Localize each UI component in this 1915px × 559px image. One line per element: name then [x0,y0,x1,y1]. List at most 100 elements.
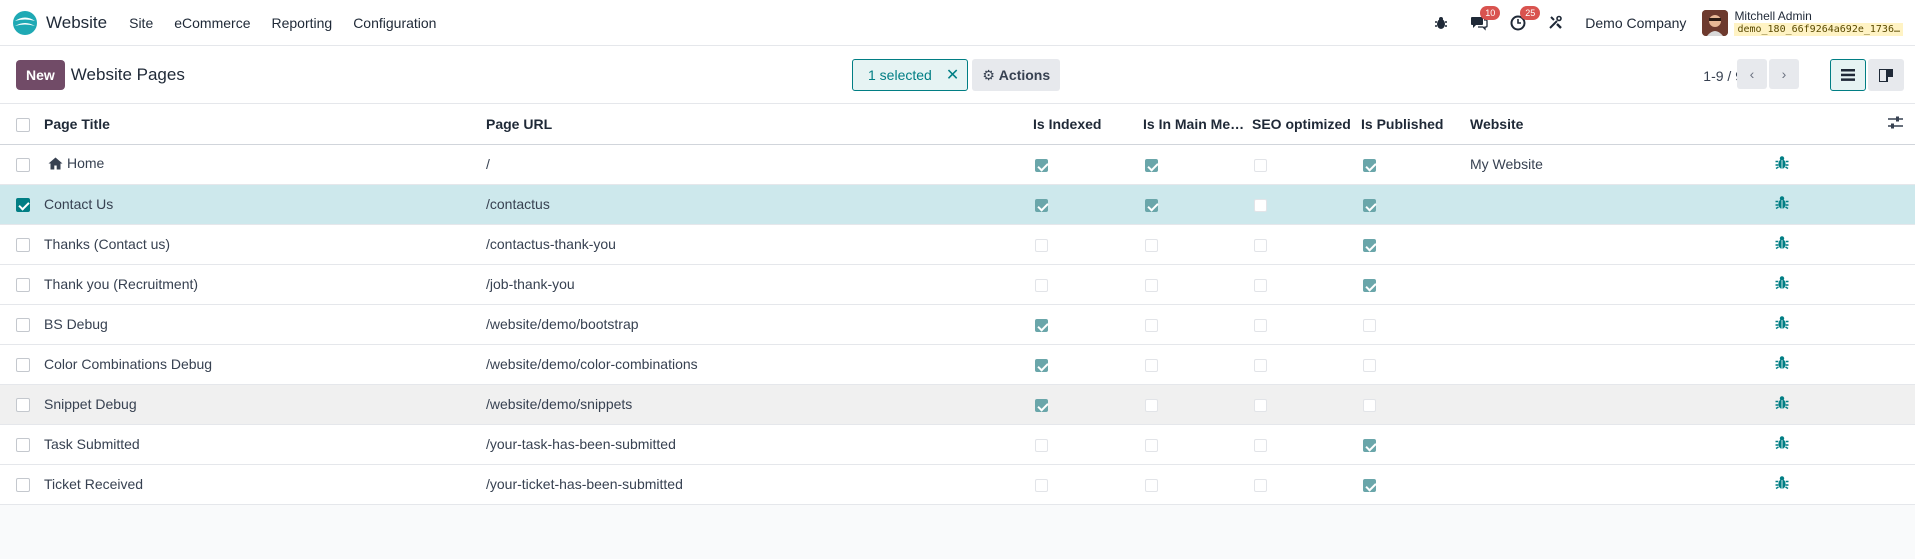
col-seo-optimized[interactable]: SEO optimized [1252,104,1361,145]
is-indexed-checkbox [1035,158,1048,172]
messages-icon[interactable]: 10 [1470,5,1501,31]
is-published-cell [1361,264,1470,305]
table-row[interactable]: BS Debug/website/demo/bootstrap [0,304,1915,345]
page-url-cell[interactable]: /website/demo/snippets [486,384,1033,425]
page-url-cell[interactable]: /your-task-has-been-submitted [486,424,1033,465]
debug-bug-icon[interactable] [1775,396,1789,413]
table-row[interactable]: Color Combinations Debug/website/demo/co… [0,344,1915,385]
page-url-cell[interactable]: /contactus-thank-you [486,224,1033,265]
page-url-text: / [486,156,490,172]
activities-clock-icon[interactable]: 25 [1510,5,1541,31]
row-select-checkbox[interactable] [16,238,30,253]
tools-icon[interactable] [1548,15,1563,30]
is-indexed-checkbox [1035,438,1048,452]
website-app-icon[interactable] [12,10,38,36]
debug-bug-icon[interactable] [1775,196,1789,213]
website-cell[interactable] [1470,304,1726,345]
pager-previous-icon[interactable]: ‹ [1737,59,1767,89]
is-indexed-cell [1033,344,1143,385]
debug-bug-icon[interactable] [1775,236,1789,253]
page-title-text: Home [67,155,105,171]
optional-columns-icon[interactable] [1888,116,1903,132]
col-page-title[interactable]: Page Title [44,104,486,145]
website-cell[interactable] [1470,264,1726,305]
selected-count[interactable]: 1 selected ✕ [852,59,969,91]
page-url-cell[interactable]: /job-thank-you [486,264,1033,305]
table-row[interactable]: Contact Us/contactus [0,184,1915,225]
page-url-cell[interactable]: /website/demo/bootstrap [486,304,1033,345]
activities-count-badge: 25 [1520,5,1541,20]
row-select-checkbox[interactable] [16,438,30,453]
website-cell[interactable] [1470,344,1726,385]
page-url-cell[interactable]: /website/demo/color-combinations [486,344,1033,385]
debug-bug-icon[interactable] [1775,276,1789,293]
page-title-cell[interactable]: BS Debug [44,304,486,345]
menu-ecommerce[interactable]: eCommerce [174,15,250,31]
page-title-cell[interactable]: Task Submitted [44,424,486,465]
col-page-url[interactable]: Page URL [486,104,1033,145]
page-url-cell[interactable]: /your-ticket-has-been-submitted [486,464,1033,505]
page-title-cell[interactable]: Thank you (Recruitment) [44,264,486,305]
page-title-cell[interactable]: Contact Us [44,184,486,225]
website-cell[interactable] [1470,224,1726,265]
page-title-text: Contact Us [44,196,114,212]
page-url-cell[interactable]: / [486,144,1033,185]
row-select-checkbox[interactable] [16,158,30,173]
pager-next-icon[interactable]: › [1769,59,1799,89]
debug-bug-icon[interactable] [1775,436,1789,453]
menu-configuration[interactable]: Configuration [353,15,436,31]
website-cell[interactable] [1470,424,1726,465]
page-title-cell[interactable]: Home [44,144,486,185]
page-title-text: BS Debug [44,316,108,332]
new-button[interactable]: New [16,59,65,90]
app-name[interactable]: Website [46,13,107,33]
menu-site[interactable]: Site [129,15,153,31]
list-view-icon[interactable] [1830,59,1866,91]
col-website[interactable]: Website [1470,104,1726,145]
actions-button[interactable]: ⚙ Actions [972,59,1061,91]
debug-bug-icon[interactable] [1775,156,1789,173]
table-row[interactable]: Thanks (Contact us) /contactus-thank-you [0,224,1915,265]
debug-bug-icon[interactable] [1775,476,1789,493]
is-in-main-menu-checkbox [1145,478,1158,492]
is-published-cell [1361,344,1470,385]
debug-bug-icon[interactable] [1775,356,1789,373]
user-avatar[interactable] [1702,9,1729,36]
row-select-checkbox[interactable] [16,318,30,333]
row-select-checkbox[interactable] [16,198,30,213]
page-title-cell[interactable]: Thanks (Contact us) [44,224,486,265]
select-all-checkbox[interactable] [16,117,30,132]
debug-cell [1726,304,1915,345]
is-in-main-menu-cell [1143,184,1252,225]
website-cell[interactable] [1470,464,1726,505]
table-row[interactable]: Ticket Received/your-ticket-has-been-sub… [0,464,1915,505]
table-row[interactable]: Snippet Debug/website/demo/snippets [0,384,1915,425]
row-select-checkbox[interactable] [16,278,30,293]
company-switcher[interactable]: Demo Company [1585,15,1686,31]
website-cell[interactable] [1470,184,1726,225]
page-title-cell[interactable]: Ticket Received [44,464,486,505]
menu-reporting[interactable]: Reporting [271,15,332,31]
website-cell[interactable] [1470,384,1726,425]
table-row[interactable]: Task Submitted/your-task-has-been-submit… [0,424,1915,465]
seo-optimized-cell [1252,184,1361,225]
debug-bug-icon[interactable] [1434,16,1448,30]
col-is-published[interactable]: Is Published [1361,104,1470,145]
page-title-cell[interactable]: Color Combinations Debug [44,344,486,385]
page-url-text: /contactus [486,196,550,212]
kanban-view-icon[interactable] [1868,59,1904,91]
debug-bug-icon[interactable] [1775,316,1789,333]
user-menu[interactable]: Mitchell Admin demo_180_66f9264a692e_173… [1734,9,1903,36]
unselect-close-icon[interactable]: ✕ [946,65,959,85]
row-select-checkbox[interactable] [16,478,30,493]
row-select-checkbox[interactable] [16,358,30,373]
page-url-cell[interactable]: /contactus [486,184,1033,225]
col-is-in-main-menu[interactable]: Is In Main Me… [1143,104,1252,145]
table-row[interactable]: Home / My Website [0,144,1915,185]
col-is-indexed[interactable]: Is Indexed [1033,104,1143,145]
website-cell[interactable]: My Website [1470,144,1726,185]
website-text: My Website [1470,156,1543,172]
row-select-checkbox[interactable] [16,398,30,413]
page-title-cell[interactable]: Snippet Debug [44,384,486,425]
table-row[interactable]: Thank you (Recruitment) /job-thank-you [0,264,1915,305]
